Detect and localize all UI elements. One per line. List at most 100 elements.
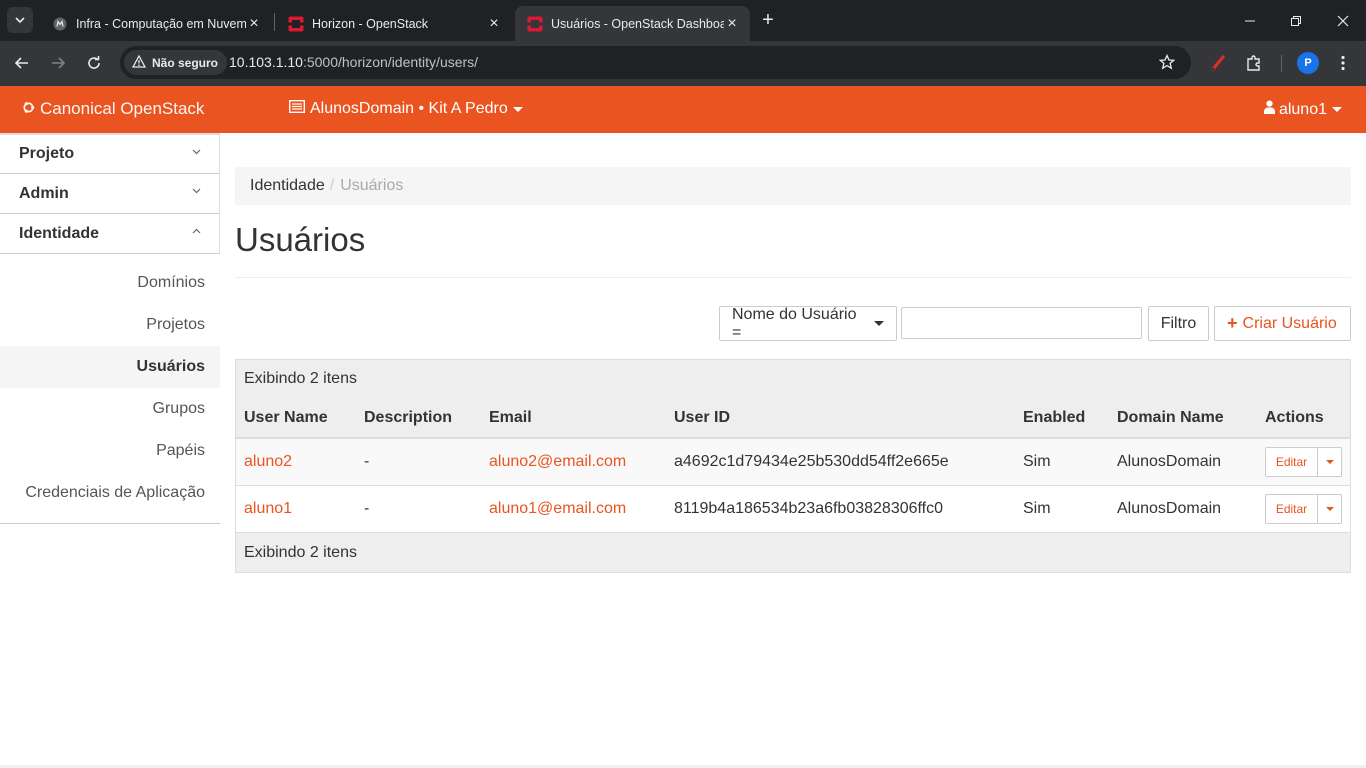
url-text: 10.103.1.10:5000/horizon/identity/users/ (229, 54, 478, 70)
url-host: 10.103.1.10 (229, 54, 303, 70)
sidebar-panel-label: Admin (19, 184, 69, 202)
site-favicon-icon (52, 16, 68, 32)
tab-search-button[interactable] (7, 7, 33, 33)
sidebar-panel-admin[interactable]: Admin (0, 173, 220, 213)
back-icon[interactable] (10, 51, 34, 75)
bookmark-star-icon[interactable] (1157, 52, 1177, 72)
user-domain: AlunosDomain (1117, 500, 1222, 517)
users-table: Exibindo 2 itens User Name Description E… (235, 359, 1351, 573)
new-tab-icon[interactable]: + (758, 9, 778, 31)
sidebar-panel-identidade[interactable]: Identidade (0, 213, 220, 253)
chevron-down-icon (192, 147, 201, 158)
tab-separator (274, 13, 275, 31)
profile-avatar[interactable]: P (1297, 52, 1319, 74)
user-name-link[interactable]: aluno2 (244, 453, 292, 470)
more-actions-toggle[interactable] (1318, 447, 1342, 477)
row-actions: Editar (1265, 447, 1350, 477)
edit-button[interactable]: Editar (1265, 494, 1318, 524)
column-header-enabled[interactable]: Enabled (1015, 409, 1109, 427)
close-window-icon[interactable] (1320, 0, 1366, 41)
table-item-count: Exibindo 2 itens (236, 360, 1350, 398)
address-bar[interactable]: Não seguro 10.103.1.10:5000/horizon/iden… (120, 46, 1191, 79)
extensions-puzzle-icon[interactable] (1243, 52, 1265, 74)
filter-field-select[interactable]: Nome do Usuário = (719, 306, 897, 341)
browser-tab-3-active[interactable]: Usuários - OpenStack Dashboard × (515, 6, 750, 41)
circle-of-friends-icon (22, 101, 35, 118)
restore-icon[interactable] (1273, 0, 1319, 41)
chevron-down-icon (15, 17, 25, 24)
table-footer-count: Exibindo 2 itens (236, 533, 1350, 572)
tab-title: Usuários - OpenStack Dashboard (551, 16, 724, 31)
sidebar-item-papeis[interactable]: Papéis (0, 430, 220, 472)
title-divider (235, 277, 1351, 278)
pen-extension-icon[interactable] (1207, 52, 1229, 74)
sidebar-panel-label: Projeto (19, 145, 75, 162)
edit-button[interactable]: Editar (1265, 447, 1318, 477)
project-context-dropdown[interactable]: AlunosDomain • Kit A Pedro (288, 99, 523, 118)
browser-menu-icon[interactable] (1333, 52, 1353, 74)
column-header-domain-name[interactable]: Domain Name (1109, 409, 1257, 427)
openstack-favicon-icon (527, 16, 543, 32)
sidebar-item-projetos[interactable]: Projetos (0, 304, 220, 346)
column-header-email[interactable]: Email (481, 409, 666, 427)
sidebar-item-usuarios[interactable]: Usuários (0, 346, 220, 388)
column-header-description[interactable]: Description (356, 409, 481, 427)
reload-icon[interactable] (82, 51, 106, 75)
project-context-label: AlunosDomain • Kit A Pedro (310, 100, 508, 117)
browser-tab-strip: Infra - Computação em Nuvem × Horizon - … (0, 0, 1366, 41)
table-row: aluno1 - aluno1@email.com 8119b4a186534b… (236, 486, 1350, 533)
security-label: Não seguro (152, 55, 219, 70)
browser-toolbar: Não seguro 10.103.1.10:5000/horizon/iden… (0, 41, 1366, 86)
sidebar-item-dominios[interactable]: Domínios (0, 262, 220, 304)
caret-down-icon (874, 321, 884, 326)
filter-button[interactable]: Filtro (1148, 306, 1209, 341)
close-tab-icon[interactable]: × (486, 15, 502, 32)
close-tab-icon[interactable]: × (246, 15, 262, 32)
create-user-label: Criar Usuário (1242, 314, 1337, 332)
caret-down-icon (512, 106, 523, 112)
sidebar: Projeto Admin Identidade Domínios Projet… (0, 133, 220, 524)
create-user-button[interactable]: + Criar Usuário (1214, 306, 1351, 341)
sidebar-identity-items: Domínios Projetos Usuários Grupos Papéis… (0, 253, 220, 524)
brand-logo[interactable]: Canonical OpenStack (22, 99, 204, 119)
column-header-user-name[interactable]: User Name (236, 409, 356, 427)
app-header: Canonical OpenStack AlunosDomain • Kit A… (0, 86, 1366, 133)
user-enabled: Sim (1023, 500, 1051, 517)
filter-input[interactable] (901, 307, 1142, 339)
user-name-link[interactable]: aluno1 (244, 500, 292, 517)
toolbar-separator (1281, 55, 1282, 72)
sidebar-panel-label: Identidade (19, 224, 100, 242)
table-header-row: User Name Description Email User ID Enab… (236, 398, 1350, 439)
chevron-up-icon (192, 226, 201, 237)
tab-title: Infra - Computação em Nuvem (76, 16, 246, 31)
browser-tab-1[interactable]: Infra - Computação em Nuvem × (40, 6, 272, 41)
sidebar-item-grupos[interactable]: Grupos (0, 388, 220, 430)
sidebar-panel-projeto[interactable]: Projeto (0, 133, 220, 173)
user-email-link[interactable]: aluno1@email.com (489, 500, 626, 517)
column-header-actions: Actions (1265, 408, 1324, 426)
user-description: - (364, 500, 370, 517)
user-enabled: Sim (1023, 453, 1051, 470)
user-icon (1263, 100, 1275, 119)
url-path: :5000/horizon/identity/users/ (302, 54, 479, 70)
close-tab-icon[interactable]: × (724, 15, 740, 32)
column-header-user-id[interactable]: User ID (666, 409, 1015, 427)
user-menu-dropdown[interactable]: aluno1 (1263, 100, 1342, 119)
user-email-link[interactable]: aluno2@email.com (489, 453, 626, 470)
plus-icon: + (1227, 313, 1238, 333)
tab-title: Horizon - OpenStack (312, 16, 429, 31)
warning-icon (131, 54, 147, 71)
list-icon (288, 99, 306, 118)
minimize-icon[interactable] (1227, 0, 1273, 41)
breadcrumb-separator: / (329, 177, 335, 194)
chevron-down-icon (192, 186, 201, 197)
security-chip[interactable]: Não seguro (124, 50, 228, 75)
browser-tab-2[interactable]: Horizon - OpenStack × (276, 6, 512, 41)
breadcrumb-parent[interactable]: Identidade (250, 177, 325, 195)
user-description: - (364, 453, 370, 470)
table-row: aluno2 - aluno2@email.com a4692c1d79434e… (236, 439, 1350, 486)
brand-name: Canonical OpenStack (40, 99, 205, 118)
sidebar-item-credenciais[interactable]: Credenciais de Aplicação (0, 472, 220, 514)
forward-icon[interactable] (46, 51, 70, 75)
more-actions-toggle[interactable] (1318, 494, 1342, 524)
